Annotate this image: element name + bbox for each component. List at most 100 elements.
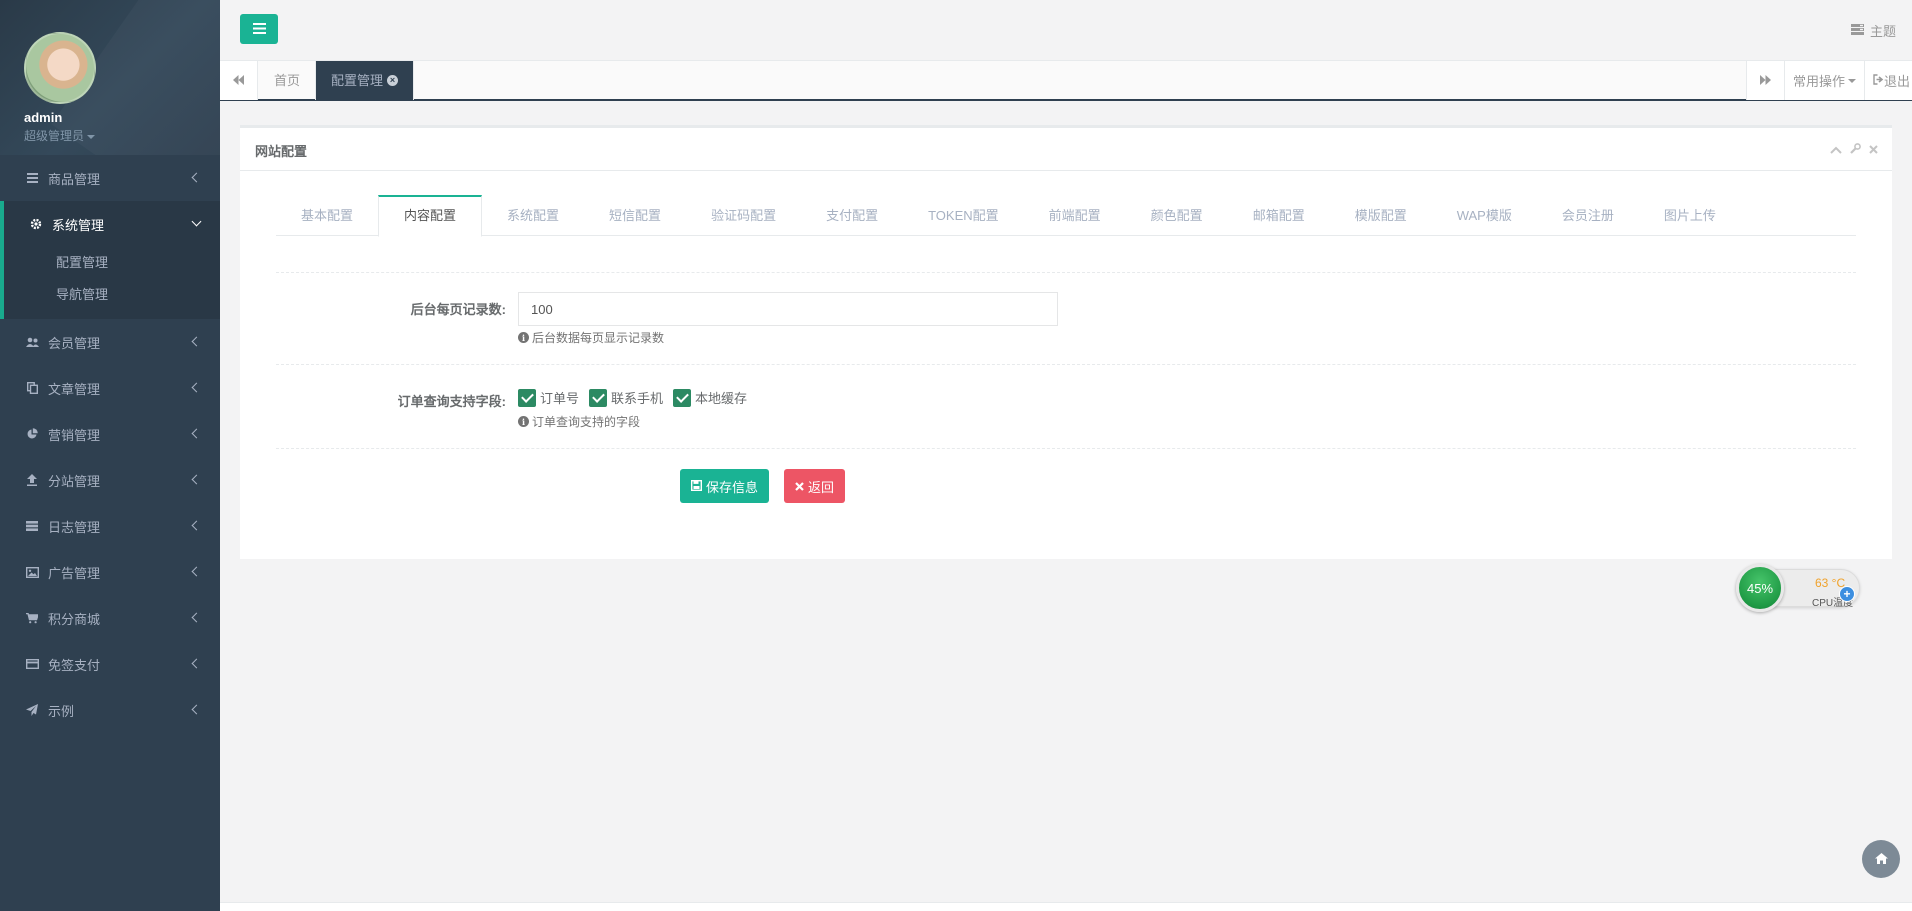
checkbox-contact-phone[interactable]: 联系手机 [589,388,663,407]
avatar[interactable] [24,32,96,104]
tab-image-upload[interactable]: 图片上传 [1639,195,1741,236]
caret-down-icon [87,134,96,139]
sidebar-item-ads[interactable]: 广告管理 [0,549,220,595]
form-actions: 保存信息 返回 [276,449,1856,503]
sidebar-item-label: 示例 [48,703,75,719]
tabs-scroll-left-button[interactable] [220,61,258,100]
sidebar-item-label: 文章管理 [48,381,101,397]
forward-icon [1759,73,1771,88]
tab-color-config[interactable]: 颜色配置 [1126,195,1228,236]
panel-tools [1830,143,1878,157]
form-row-order-query: 订单查询支持字段: 订单号 联系手机 本地缓存 i 订单查询支持的字段 [276,365,1856,449]
page-size-input[interactable] [518,292,1058,326]
checkbox-local-cache[interactable]: 本地缓存 [673,388,747,407]
submenu-item-nav[interactable]: 导航管理 [4,279,220,311]
checkbox-checked-icon [673,388,692,407]
sidebar-item-label: 商品管理 [48,171,101,187]
cpu-usage-percent: 45% [1746,580,1774,596]
chevron-left-icon [191,474,202,485]
collapse-icon[interactable] [1830,143,1842,157]
sidebar-item-label: 营销管理 [48,427,101,443]
info-icon: i [518,332,529,343]
profile-role-dropdown[interactable]: 超级管理员 [24,127,220,144]
page-tabs-bar: 首页 配置管理 × 常用操作 退出 [220,60,1912,101]
topbar: 主题 [220,0,1912,60]
profile-panel: admin 超级管理员 [0,0,220,155]
tab-system-config[interactable]: 系统配置 [482,195,584,236]
sidebar-menu: 商品管理 系统管理 配置管理 导航管理 会员管理 文章管理 营销管理 分站管理 … [0,155,220,733]
sidebar-item-label: 免签支付 [48,657,101,673]
plus-icon[interactable]: + [1839,586,1855,602]
form-row-page-size: 后台每页记录数: i 后台数据每页显示记录数 [276,273,1856,365]
home-icon [1874,852,1888,867]
menu-toggle-button[interactable] [240,14,278,44]
chevron-left-icon [191,658,202,669]
close-icon[interactable] [1869,143,1878,157]
sidebar-item-label: 广告管理 [48,565,101,581]
logout-button[interactable]: 退出 [1863,61,1912,100]
sidebar-item-label: 积分商城 [48,611,101,627]
theme-link[interactable]: 主题 [1850,21,1896,40]
page-tabs: 首页 配置管理 × [259,61,415,100]
tab-member-register[interactable]: 会员注册 [1537,195,1639,236]
save-button[interactable]: 保存信息 [680,469,770,503]
back-button[interactable]: 返回 [784,469,846,503]
cpu-usage-gauge: 45% [1736,564,1784,612]
sidebar-item-marketing[interactable]: 营销管理 [0,411,220,457]
tabs-scroll-right-button[interactable] [1745,61,1784,100]
tab-basic-config[interactable]: 基本配置 [276,195,378,236]
tab-token-config[interactable]: TOKEN配置 [903,195,1024,236]
home-float-button[interactable] [1862,840,1900,878]
image-icon [25,565,39,579]
close-icon[interactable]: × [387,75,399,86]
credit-card-icon [25,657,39,671]
page-tab-config[interactable]: 配置管理 × [316,61,415,100]
users-icon [25,335,39,349]
sign-out-icon [1873,73,1884,88]
tab-payment-config[interactable]: 支付配置 [801,195,903,236]
sidebar-item-logs[interactable]: 日志管理 [0,503,220,549]
sidebar-item-examples[interactable]: 示例 [0,687,220,733]
config-tabs: 基本配置 内容配置 系统配置 短信配置 验证码配置 支付配置 TOKEN配置 前… [276,195,1856,237]
page-tab-home[interactable]: 首页 [259,61,317,100]
common-ops-dropdown[interactable]: 常用操作 [1783,61,1864,100]
sidebar-item-points-mall[interactable]: 积分商城 [0,595,220,641]
cpu-monitor-widget[interactable]: 63 °C CPU温度 + 45% [1736,564,1864,612]
chevron-left-icon [191,612,202,623]
checkbox-label: 联系手机 [611,391,664,406]
tab-template-config[interactable]: 模版配置 [1330,195,1432,236]
order-query-field: 订单号 联系手机 本地缓存 i 订单查询支持的字段 [518,384,757,430]
sidebar-item-goods[interactable]: 商品管理 [0,155,220,201]
sidebar-item-system[interactable]: 系统管理 [4,201,220,247]
checkbox-checked-icon [518,388,536,407]
sidebar-item-label: 日志管理 [48,519,101,535]
panel-body: 基本配置 内容配置 系统配置 短信配置 验证码配置 支付配置 TOKEN配置 前… [240,171,1892,559]
sidebar-item-substations[interactable]: 分站管理 [0,457,220,503]
checkbox-label: 本地缓存 [695,391,748,406]
wrench-icon[interactable] [1850,143,1861,157]
backward-icon [233,73,244,88]
tab-wap-template[interactable]: WAP模版 [1432,195,1537,236]
chevron-left-icon [191,520,202,531]
chevron-left-icon [191,566,202,577]
back-label: 返回 [808,479,835,495]
config-panel: 网站配置 基本配置 内容配置 系统配置 短信配置 验证码配置 支付配置 TOKE… [240,125,1892,559]
tab-email-config[interactable]: 邮箱配置 [1228,195,1330,236]
submenu-item-config[interactable]: 配置管理 [4,247,220,279]
gear-icon [29,217,43,231]
footer-strip [220,902,1912,911]
page-tab-label: 配置管理 [331,73,384,88]
order-query-label: 订单查询支持字段: [397,394,506,409]
tab-content-config[interactable]: 内容配置 [378,195,483,237]
tabs-right-actions: 常用操作 退出 [1745,61,1912,100]
checkbox-order-no[interactable]: 订单号 [518,388,579,407]
caret-down-icon [1847,78,1856,83]
sidebar-item-members[interactable]: 会员管理 [0,319,220,365]
main-content: 网站配置 基本配置 内容配置 系统配置 短信配置 验证码配置 支付配置 TOKE… [240,125,1892,559]
tab-sms-config[interactable]: 短信配置 [584,195,686,236]
sidebar-item-free-pay[interactable]: 免签支付 [0,641,220,687]
send-icon [25,703,39,717]
sidebar-item-articles[interactable]: 文章管理 [0,365,220,411]
tab-frontend-config[interactable]: 前端配置 [1024,195,1126,236]
tab-captcha-config[interactable]: 验证码配置 [686,195,801,236]
